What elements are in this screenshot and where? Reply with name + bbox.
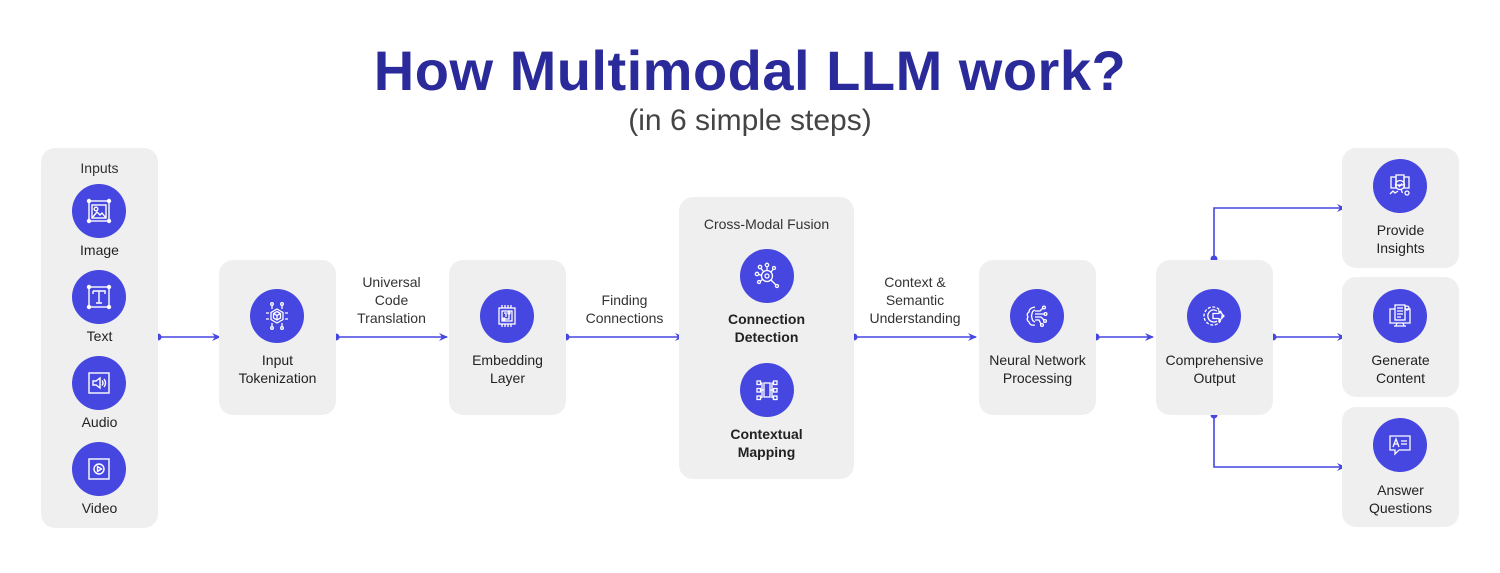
text-icon (86, 284, 112, 310)
connection-detection-node (740, 249, 794, 303)
fusion-header: Cross-Modal Fusion (703, 216, 830, 232)
edge-label-context-semantic-understanding: Context & Semantic Understanding (869, 274, 961, 326)
contextual-mapping-node (740, 363, 794, 417)
chat-answer-icon (1389, 435, 1411, 456)
mapping-icon (756, 380, 778, 401)
neural-label: Neural Network Processing (989, 352, 1086, 386)
chip-cube-icon (266, 302, 288, 330)
neural-brain-icon (1026, 305, 1048, 328)
contextual-mapping-label: Contextual Mapping (730, 426, 803, 460)
embedding-label: Embedding Layer (472, 352, 543, 386)
content-label: Generate Content (1371, 352, 1430, 386)
tokenization-node (250, 289, 304, 343)
tokenization-label: Input Tokenization (238, 352, 317, 386)
output-node (1187, 289, 1241, 343)
answer-node (1373, 418, 1427, 472)
input-audio-label: Audio (81, 414, 118, 430)
image-icon (86, 198, 112, 224)
insights-label: Provide Insights (1376, 222, 1425, 256)
edge-label-finding-connections: Finding Connections (585, 292, 664, 326)
audio-icon (88, 372, 110, 394)
neural-node (1010, 289, 1064, 343)
edge-label-universal-code-translation: Universal Code Translation (357, 274, 426, 326)
processor-icon (498, 305, 516, 327)
input-video-label: Video (81, 500, 118, 516)
input-image-node[interactable] (72, 184, 126, 238)
insights-icon (1389, 174, 1410, 196)
page-subtitle: (in 6 simple steps) (628, 104, 872, 137)
input-video-node[interactable] (72, 442, 126, 496)
input-text-node[interactable] (72, 270, 126, 324)
embedding-node (480, 289, 534, 343)
connection-detection-label: Connection Detection (728, 311, 805, 345)
output-label: Comprehensive Output (1165, 352, 1264, 386)
video-icon (88, 458, 110, 480)
insights-node (1373, 159, 1427, 213)
arrow-output-to-answers (1213, 415, 1346, 471)
answer-label: Answer Questions (1368, 482, 1433, 516)
content-node (1373, 289, 1427, 343)
page-title: How Multimodal LLM work? (373, 39, 1127, 102)
inputs-header: Inputs (80, 160, 119, 176)
arrow-output-to-insights (1213, 204, 1346, 259)
input-image-label: Image (80, 242, 119, 258)
input-audio-node[interactable] (72, 356, 126, 410)
gear-arrow-icon (1203, 306, 1225, 326)
network-search-icon (754, 262, 780, 289)
input-text-label: Text (86, 328, 113, 344)
content-monitor-icon (1389, 304, 1411, 327)
